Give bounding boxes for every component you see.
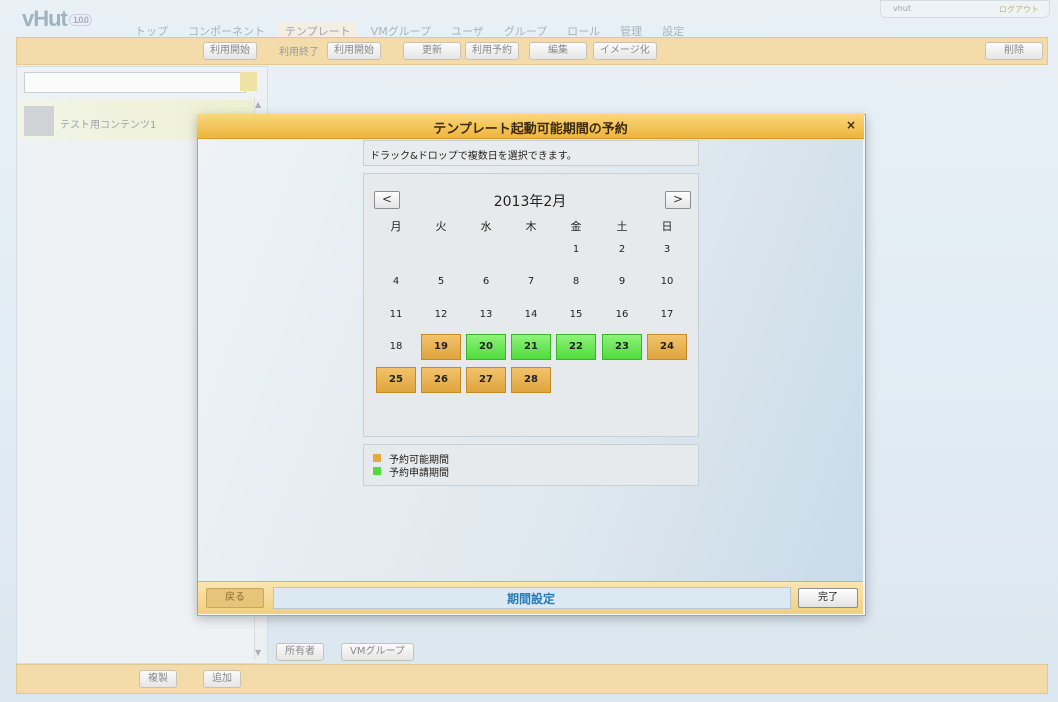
calendar-day[interactable]: 4 — [376, 269, 416, 295]
calendar-day[interactable]: 12 — [421, 302, 461, 328]
calendar-day[interactable]: 5 — [421, 269, 461, 295]
calendar-day-available[interactable]: 26 — [421, 367, 461, 393]
calendar-day[interactable]: 9 — [602, 269, 642, 295]
user-box: vhut ログアウト — [880, 0, 1050, 18]
step-label: 期間設定 — [506, 592, 555, 606]
weekday-header: 土 — [616, 220, 628, 233]
calendar-day-requested[interactable]: 21 — [511, 334, 551, 360]
app-logo: vHut 1.0.0 — [22, 6, 92, 32]
back-button[interactable]: 戻る — [206, 588, 264, 608]
tab-0[interactable]: トップ — [128, 22, 175, 38]
tab-1[interactable]: コンポーネント — [181, 22, 272, 38]
prev-month-button[interactable]: < — [374, 191, 400, 209]
copy-button[interactable]: 複製 — [139, 670, 177, 688]
weekday-header: 火 — [435, 220, 447, 233]
main-nav: トップ コンポーネント テンプレート VMグループ ユーザ グループ ロール 管理 設定 — [128, 22, 697, 38]
calendar-day[interactable]: 3 — [647, 237, 687, 263]
logout-link[interactable]: ログアウト — [999, 4, 1039, 15]
calendar-day[interactable]: 2 — [602, 237, 642, 263]
edit-button[interactable]: 編集 — [529, 42, 587, 60]
tab-8[interactable]: 設定 — [655, 22, 691, 38]
scroll-up-icon[interactable]: ▲ — [255, 100, 261, 109]
update-button[interactable]: 更新 — [403, 42, 461, 60]
legend-swatch-requested — [373, 467, 381, 475]
calendar-day[interactable]: 6 — [466, 269, 506, 295]
legend-label-requested: 予約申請期間 — [389, 468, 449, 479]
done-button[interactable]: 完了 — [798, 588, 858, 608]
tab-owner[interactable]: 所有者 — [276, 643, 324, 661]
content-icon — [24, 106, 54, 136]
calendar-day[interactable]: 7 — [511, 269, 551, 295]
delete-button[interactable]: 削除 — [985, 42, 1043, 60]
hint-text: ドラック&ドロップで複数日を選択できます。 — [370, 151, 577, 162]
calendar-day[interactable]: 14 — [511, 302, 551, 328]
left-start-button[interactable]: 利用開始 — [203, 42, 257, 60]
calendar-day-requested[interactable]: 23 — [602, 334, 642, 360]
user-name: vhut — [893, 4, 912, 13]
tab-2[interactable]: テンプレート — [278, 22, 358, 38]
calendar-day[interactable]: 17 — [647, 302, 687, 328]
calendar-day-requested[interactable]: 22 — [556, 334, 596, 360]
add-button[interactable]: 追加 — [203, 670, 241, 688]
tab-4[interactable]: ユーザ — [444, 22, 491, 38]
scroll-down-icon[interactable]: ▼ — [255, 648, 261, 657]
calendar-day-requested[interactable]: 20 — [466, 334, 506, 360]
weekday-header: 水 — [480, 220, 492, 233]
calendar-day[interactable]: 8 — [556, 269, 596, 295]
weekday-header: 金 — [570, 220, 582, 233]
tab-5[interactable]: グループ — [497, 22, 554, 38]
weekday-header: 木 — [525, 220, 537, 233]
calendar-month-label: 2013年2月 — [493, 194, 567, 210]
calendar-day[interactable]: 13 — [466, 302, 506, 328]
reserve-button[interactable]: 利用予約 — [465, 42, 519, 60]
next-month-button[interactable]: > — [665, 191, 691, 209]
search-input[interactable] — [24, 72, 246, 93]
tab-vmgroup[interactable]: VMグループ — [341, 643, 414, 661]
calendar-day[interactable]: 11 — [376, 302, 416, 328]
calendar-day[interactable]: 10 — [647, 269, 687, 295]
calendar-day[interactable]: 15 — [556, 302, 596, 328]
imagize-button[interactable]: イメージ化 — [593, 42, 657, 60]
calendar-day[interactable]: 1 — [556, 237, 596, 263]
tab-7[interactable]: 管理 — [613, 22, 649, 38]
app-version: 1.0.0 — [68, 14, 92, 27]
toolbar: 利用開始 利用終了 利用開始 更新 利用予約 編集 イメージ化 削除 — [16, 37, 1048, 65]
calendar-day-available[interactable]: 28 — [511, 367, 551, 393]
search-button[interactable] — [240, 72, 257, 91]
bottom-bar: 複製 追加 — [16, 664, 1048, 694]
calendar-day[interactable]: 18 — [376, 334, 416, 360]
weekday-header: 日 — [661, 220, 673, 233]
tab-6[interactable]: ロール — [560, 22, 607, 38]
legend-swatch-available — [373, 454, 381, 462]
usage-end-label[interactable]: 利用終了 — [279, 43, 319, 58]
list-item-label: テスト用コンテンツ1 — [60, 120, 157, 131]
calendar-day-available[interactable]: 25 — [376, 367, 416, 393]
calendar-day-available[interactable]: 24 — [647, 334, 687, 360]
calendar-day[interactable]: 16 — [602, 302, 642, 328]
calendar-day-available[interactable]: 27 — [466, 367, 506, 393]
close-icon[interactable]: × — [846, 118, 856, 132]
calendar-day-available[interactable]: 19 — [421, 334, 461, 360]
weekday-header: 月 — [390, 220, 402, 233]
tab-3[interactable]: VMグループ — [364, 22, 438, 38]
dialog-title: テンプレート起動可能期間の予約 — [433, 122, 628, 137]
usage-start-button[interactable]: 利用開始 — [327, 42, 381, 60]
